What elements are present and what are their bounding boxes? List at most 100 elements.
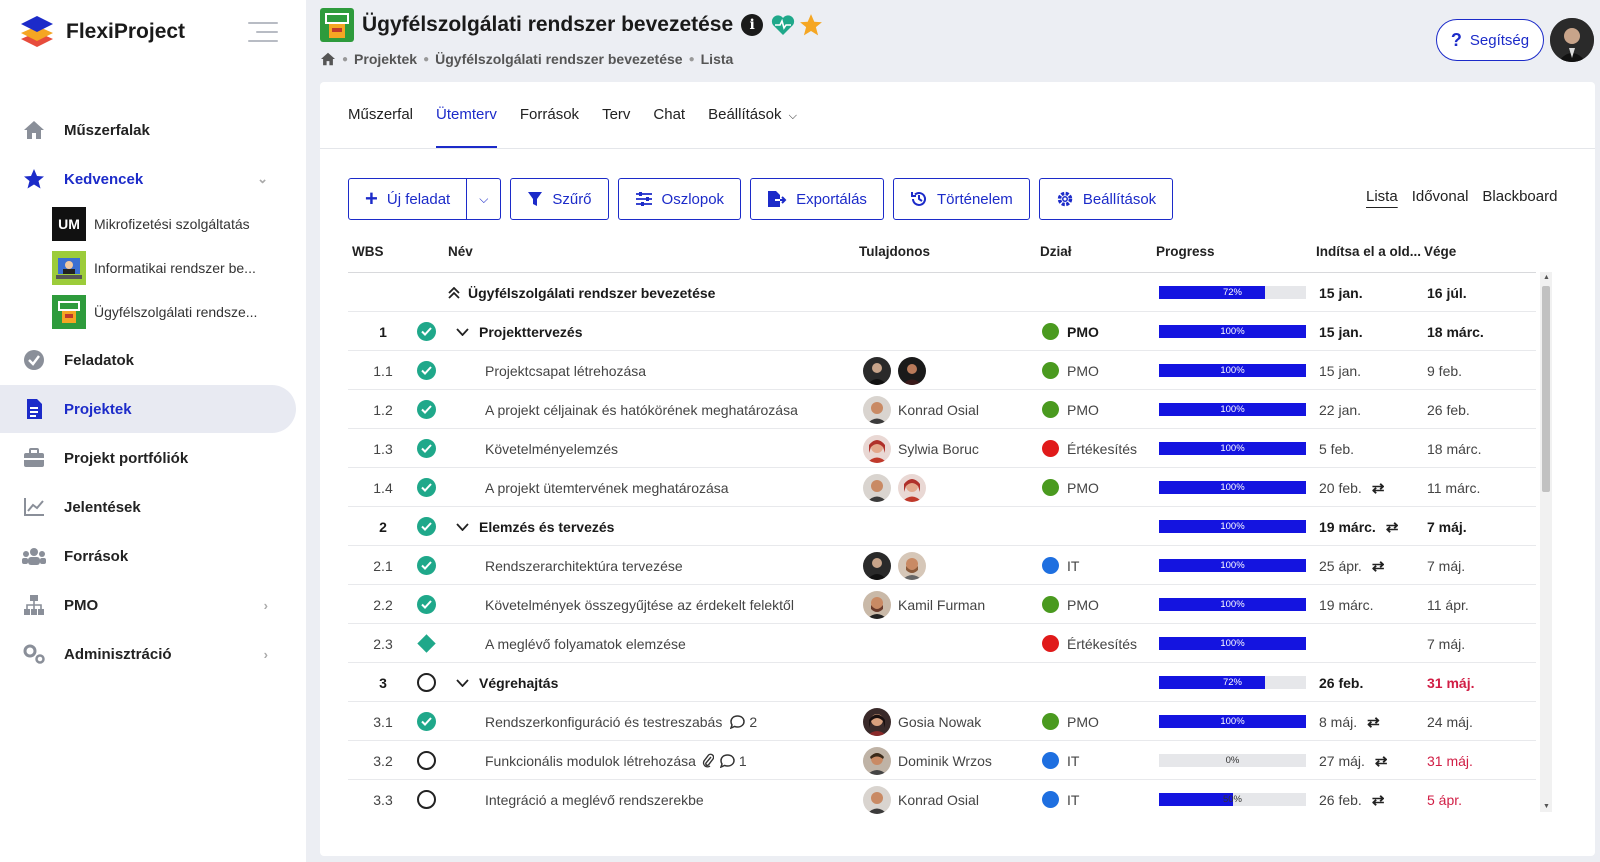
avatar[interactable]: [863, 590, 891, 619]
task-name[interactable]: Funkcionális modulok létrehozása: [485, 753, 696, 769]
avatar[interactable]: [898, 473, 926, 502]
filter-button[interactable]: Szűrő: [510, 178, 609, 220]
column-header-dept[interactable]: Dział: [1040, 244, 1072, 259]
status-cell[interactable]: [414, 780, 438, 819]
tab-utemterv[interactable]: Ütemterv: [436, 106, 497, 148]
comments-indicator[interactable]: 2: [730, 714, 757, 730]
avatar[interactable]: [863, 551, 891, 580]
sidebar-item-kedvencek[interactable]: Kedvencek ⌄: [0, 155, 296, 203]
avatar[interactable]: [863, 707, 891, 736]
column-header-progress[interactable]: Progress: [1156, 244, 1215, 259]
avatar[interactable]: [863, 473, 891, 502]
avatar[interactable]: [863, 356, 891, 385]
task-name[interactable]: A projekt ütemtervének meghatározása: [485, 468, 729, 507]
status-cell[interactable]: [414, 585, 438, 624]
sidebar-item-feladatok[interactable]: Feladatok: [0, 336, 296, 384]
breadcrumb-item[interactable]: Projektek: [354, 51, 417, 67]
status-cell[interactable]: [414, 741, 438, 780]
column-header-name[interactable]: Név: [448, 244, 473, 259]
tab-terv[interactable]: Terv: [602, 106, 630, 148]
task-name[interactable]: Projektcsapat létrehozása: [485, 351, 646, 390]
chevron-down-icon[interactable]: [456, 325, 469, 339]
user-avatar[interactable]: [1550, 18, 1594, 62]
task-name[interactable]: A projekt céljainak és hatókörének megha…: [485, 390, 798, 429]
avatar[interactable]: [863, 785, 891, 814]
table-row[interactable]: 1.1 Projektcsapat létrehozása PMO 100% 1…: [348, 350, 1536, 389]
table-row[interactable]: 3 Végrehajtás 72% 26 feb. 31 máj.: [348, 662, 1536, 701]
table-row[interactable]: 2.2 Követelmények összegyűjtése az érdek…: [348, 584, 1536, 623]
sidebar-item-muszerfalak[interactable]: Műszerfalak: [0, 106, 296, 154]
collapse-all-icon[interactable]: [448, 286, 460, 299]
table-row[interactable]: 1.2 A projekt céljainak és hatókörének m…: [348, 389, 1536, 428]
table-row[interactable]: 1.3 Követelményelemzés Sylwia Boruc Érté…: [348, 428, 1536, 467]
table-row[interactable]: 1 Projekttervezés PMO 100% 15 jan. 18 má…: [348, 311, 1536, 350]
status-cell[interactable]: [414, 546, 438, 585]
column-header-start[interactable]: Indítsa el a old...: [1316, 244, 1421, 259]
home-icon[interactable]: [320, 52, 336, 66]
task-name[interactable]: Rendszerkonfiguráció és testreszabás: [485, 714, 722, 730]
favorite-item-mikrofizetesi[interactable]: UM Mikrofizetési szolgáltatás: [52, 206, 250, 242]
table-row[interactable]: 3.3 Integráció a meglévő rendszerekbe Ko…: [348, 779, 1536, 818]
table-scrollbar[interactable]: ▲ ▼: [1540, 272, 1552, 812]
table-row[interactable]: 2.3 A meglévő folyamatok elemzése Értéke…: [348, 623, 1536, 662]
chevron-right-icon[interactable]: ›: [264, 598, 268, 613]
tab-muszerfal[interactable]: Műszerfal: [348, 106, 413, 148]
sidebar-item-jelentesek[interactable]: Jelentések: [0, 483, 296, 531]
sidebar-item-forrasok[interactable]: Források: [0, 532, 296, 580]
chevron-down-icon[interactable]: [456, 676, 469, 690]
table-row[interactable]: Ügyfélszolgálati rendszer bevezetése 72%…: [348, 272, 1536, 311]
favorite-item-ugyfelszolgalati[interactable]: Ügyfélszolgálati rendsze...: [52, 294, 257, 330]
chevron-down-icon[interactable]: [456, 520, 469, 534]
table-row[interactable]: 3.2 Funkcionális modulok létrehozása 1 D…: [348, 740, 1536, 779]
table-row[interactable]: 2 Elemzés és tervezés 100% 19 márc. ⇄ 7 m…: [348, 506, 1536, 545]
status-cell[interactable]: [414, 429, 438, 468]
scroll-down-icon[interactable]: ▼: [1543, 803, 1550, 810]
sidebar-item-portfoliok[interactable]: Projekt portfóliók: [0, 434, 296, 482]
column-header-end[interactable]: Vége: [1424, 244, 1456, 259]
view-blackboard[interactable]: Blackboard: [1482, 188, 1557, 205]
task-name[interactable]: Projekttervezés: [479, 324, 583, 340]
chevron-down-icon[interactable]: ⌄: [257, 171, 268, 187]
sidebar-item-pmo[interactable]: PMO ›: [0, 581, 296, 629]
status-cell[interactable]: [414, 468, 438, 507]
favorite-star-icon[interactable]: [799, 13, 823, 37]
comments-indicator[interactable]: 1: [719, 753, 747, 769]
status-cell[interactable]: [414, 507, 438, 546]
info-icon[interactable]: i: [741, 14, 764, 36]
task-name[interactable]: Követelményelemzés: [485, 429, 618, 468]
history-button[interactable]: Történelem: [892, 178, 1030, 220]
status-cell[interactable]: [414, 702, 438, 741]
avatar[interactable]: [863, 395, 891, 424]
columns-button[interactable]: Oszlopok: [617, 178, 742, 220]
task-name[interactable]: Elemzés és tervezés: [479, 519, 614, 535]
task-name[interactable]: Rendszerarchitektúra tervezése: [485, 546, 683, 585]
task-name[interactable]: Integráció a meglévő rendszerekbe: [485, 780, 704, 819]
table-row[interactable]: 2.1 Rendszerarchitektúra tervezése IT 10…: [348, 545, 1536, 584]
avatar[interactable]: [898, 356, 926, 385]
column-header-owner[interactable]: Tulajdonos: [859, 244, 930, 259]
status-cell[interactable]: [414, 351, 438, 390]
status-cell[interactable]: [414, 624, 438, 663]
menu-toggle-icon[interactable]: [248, 22, 278, 42]
help-button[interactable]: ? Segítség: [1436, 19, 1544, 61]
task-name[interactable]: Végrehajtás: [479, 675, 558, 691]
avatar[interactable]: [863, 746, 891, 775]
table-row[interactable]: 1.4 A projekt ütemtervének meghatározása…: [348, 467, 1536, 506]
favorite-item-informatikai[interactable]: Informatikai rendszer be...: [52, 250, 256, 286]
avatar[interactable]: [898, 551, 926, 580]
export-button[interactable]: Exportálás: [750, 178, 884, 220]
view-idovonal[interactable]: Idővonal: [1412, 188, 1469, 205]
column-header-wbs[interactable]: WBS: [352, 244, 384, 259]
sidebar-item-adminisztracio[interactable]: Adminisztráció ›: [0, 630, 296, 678]
status-cell[interactable]: [414, 390, 438, 429]
breadcrumb-item[interactable]: Ügyfélszolgálati rendszer bevezetése: [435, 51, 682, 67]
tab-beallitasok[interactable]: Beállítások ⌵: [708, 106, 797, 148]
new-task-dropdown-button[interactable]: ⌵: [467, 178, 502, 220]
paperclip-icon[interactable]: [702, 753, 714, 768]
status-cell[interactable]: [414, 312, 438, 351]
task-name[interactable]: Követelmények összegyűjtése az érdekelt …: [485, 585, 794, 624]
scroll-up-icon[interactable]: ▲: [1543, 274, 1550, 281]
tab-chat[interactable]: Chat: [653, 106, 685, 148]
task-name[interactable]: Ügyfélszolgálati rendszer bevezetése: [468, 285, 715, 301]
view-lista[interactable]: Lista: [1366, 188, 1398, 205]
